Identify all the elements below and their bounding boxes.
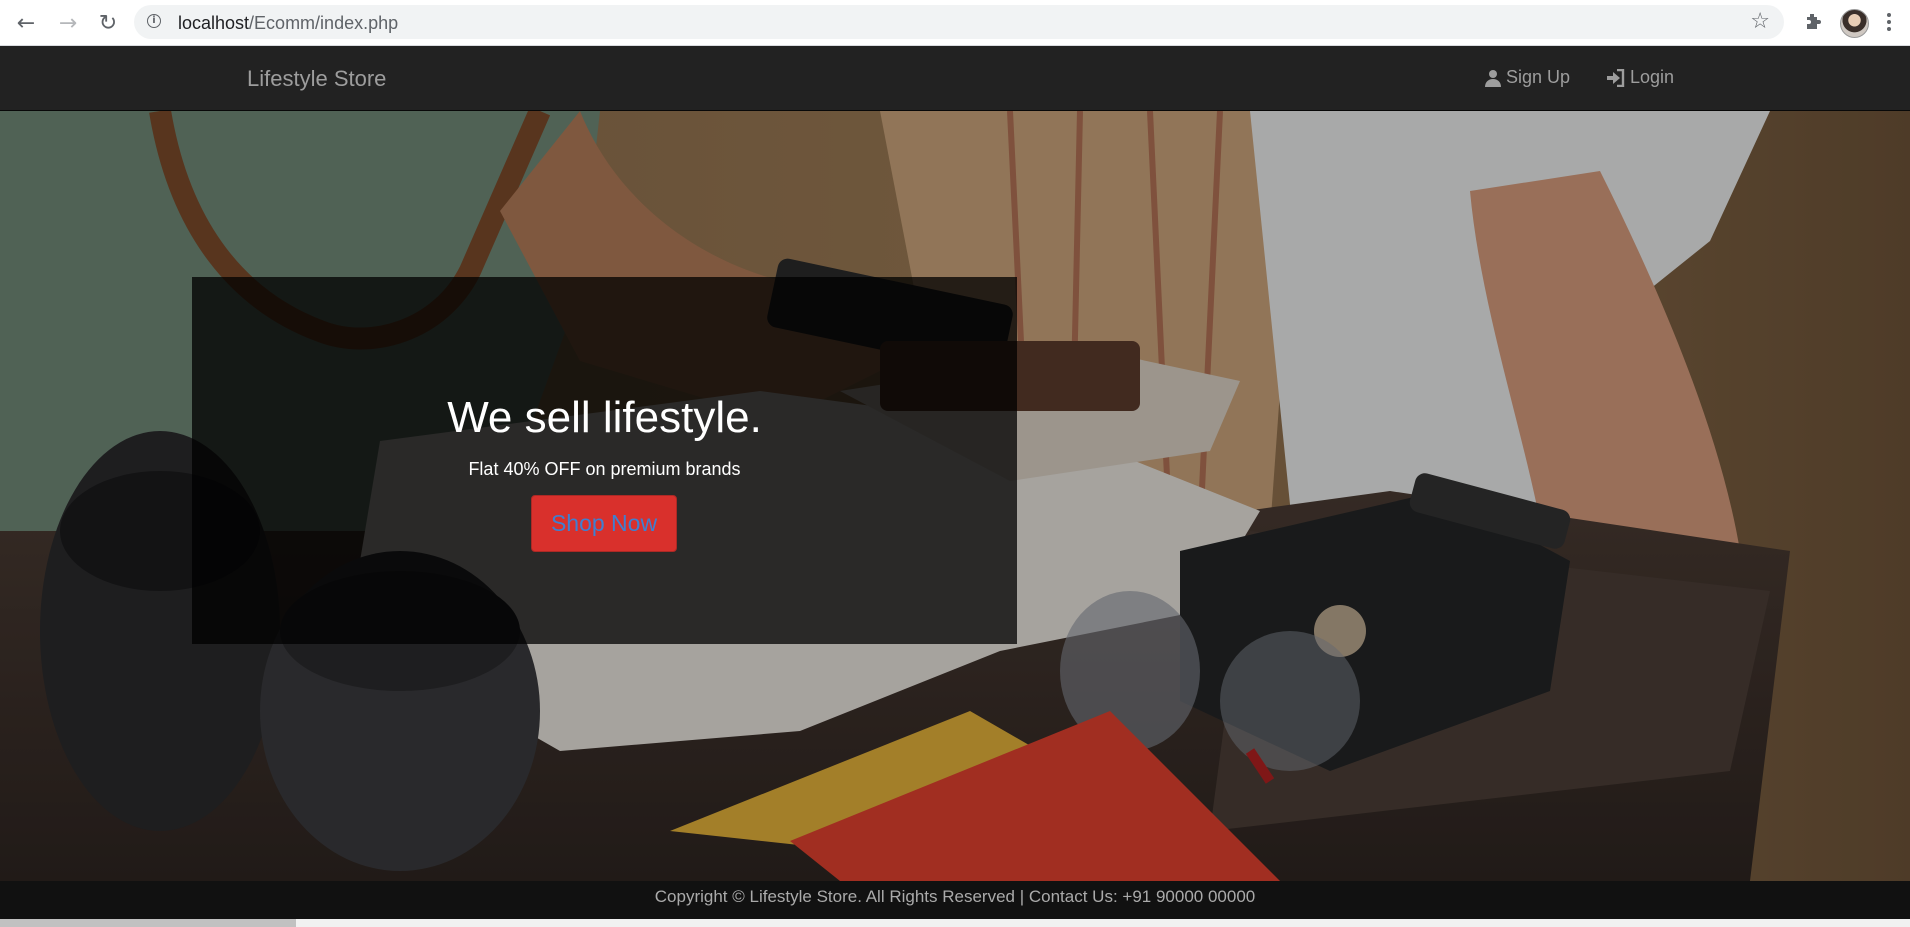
profile-avatar[interactable] [1840,9,1869,38]
hero-title: We sell lifestyle. [447,393,762,442]
forward-icon[interactable]: → [52,8,84,38]
extensions-icon[interactable] [1800,9,1826,35]
hero-subtitle: Flat 40% OFF on premium brands [468,459,741,479]
url-text: localhost/Ecomm/index.php [178,13,398,34]
login-label: Login [1630,67,1675,87]
signup-label: Sign Up [1506,67,1571,87]
site-footer: Copyright © Lifestyle Store. All Rights … [0,881,1910,919]
site-navbar: Lifestyle Store Sign Up Login [0,46,1910,111]
hero-banner: We sell lifestyle. Flat 40% OFF on premi… [192,277,1017,644]
signup-link[interactable]: Sign Up [1484,67,1570,88]
hero-section: We sell lifestyle. Flat 40% OFF on premi… [0,111,1910,881]
shop-now-button[interactable]: Shop Now [531,495,677,552]
back-icon[interactable]: ← [10,8,42,38]
star-icon[interactable]: ☆ [1750,9,1770,34]
reload-icon[interactable]: ↻ [92,8,124,38]
login-link[interactable]: Login [1606,67,1674,88]
horizontal-scrollbar[interactable] [0,919,1910,927]
user-icon [1485,69,1501,87]
url-host: localhost [178,13,250,33]
info-icon[interactable]: i [147,14,161,28]
browser-toolbar: ← → ↻ i localhost/Ecomm/index.php ☆ [0,0,1910,46]
menu-icon[interactable] [1884,9,1894,35]
login-icon [1607,68,1625,87]
footer-text: Copyright © Lifestyle Store. All Rights … [654,887,1256,906]
brand-link[interactable]: Lifestyle Store [247,66,386,92]
address-bar[interactable]: i localhost/Ecomm/index.php ☆ [134,5,1784,39]
scrollbar-thumb[interactable] [0,919,296,927]
url-path: /Ecomm/index.php [249,13,399,33]
